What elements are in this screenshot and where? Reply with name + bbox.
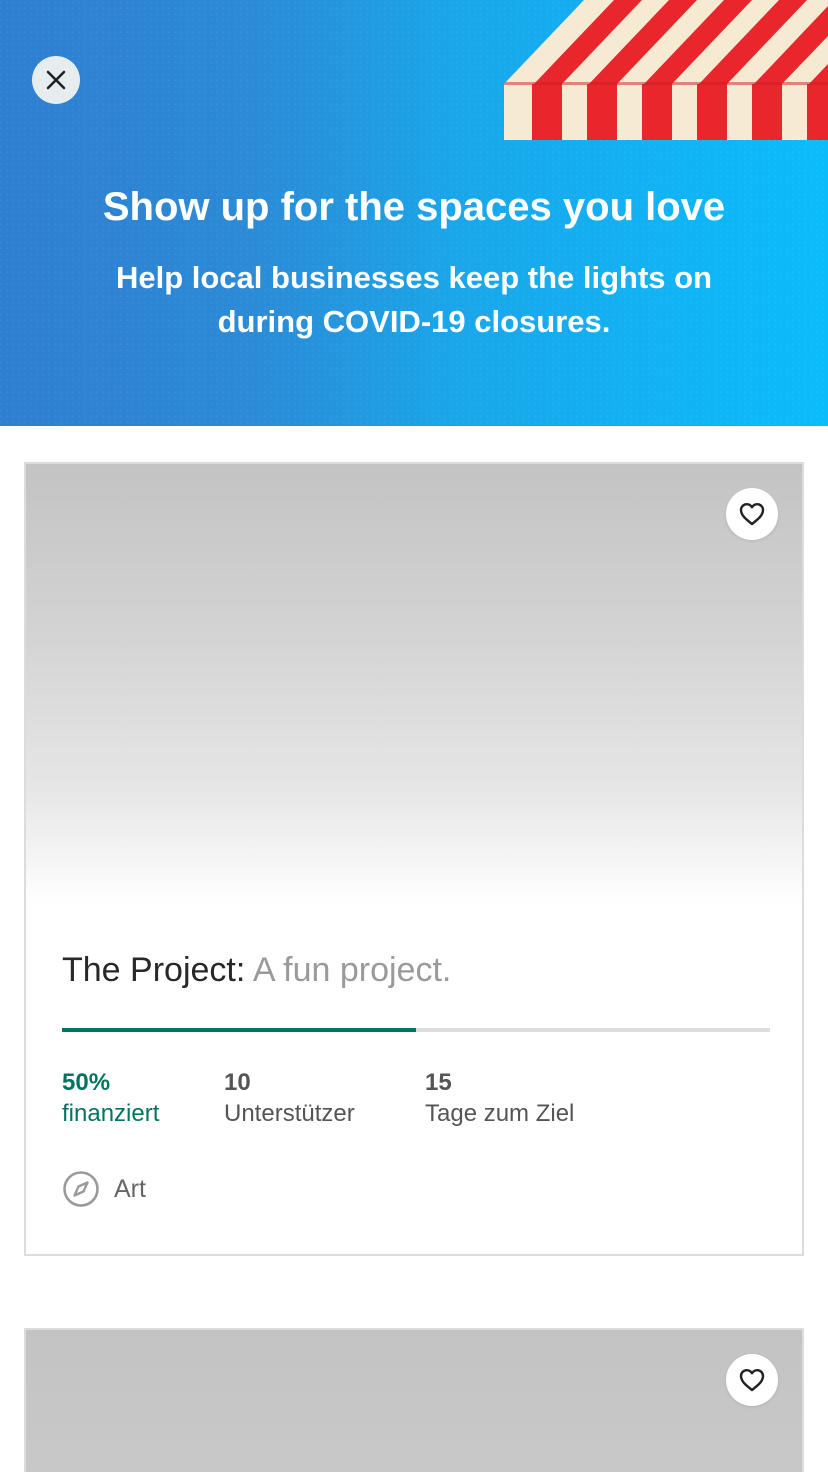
stat-days: 15 Tage zum Ziel xyxy=(425,1068,574,1130)
awning-illustration xyxy=(504,0,828,140)
project-card[interactable]: The Project: A fun project. 50% finanzie… xyxy=(24,462,804,1256)
discovery-screen: Show up for the spaces you love Help loc… xyxy=(0,0,828,1472)
stat-backers: 10 Unterstützer xyxy=(224,1068,355,1130)
project-name: The Project: xyxy=(62,951,246,989)
heart-icon xyxy=(739,503,765,526)
project-card[interactable] xyxy=(24,1328,804,1472)
funded-value: 50% xyxy=(62,1069,111,1096)
project-stats: 50% finanziert 10 Unterstützer 15 Tage z… xyxy=(62,1068,770,1138)
funding-progress-bar xyxy=(62,1028,770,1032)
close-button[interactable] xyxy=(32,56,80,104)
project-image xyxy=(26,464,802,904)
days-value: 15 xyxy=(425,1069,452,1096)
hero-banner: Show up for the spaces you love Help loc… xyxy=(0,0,828,426)
days-label: Tage zum Ziel xyxy=(425,1100,575,1127)
project-blurb: A fun project. xyxy=(245,951,452,989)
funding-progress-fill xyxy=(62,1028,416,1032)
hero-title: Show up for the spaces you love xyxy=(102,185,726,229)
funded-label: finanziert xyxy=(62,1100,160,1127)
project-title[interactable]: The Project: A fun project. xyxy=(62,948,770,992)
category-tag[interactable]: Art xyxy=(62,1170,146,1208)
heart-icon xyxy=(739,1369,765,1392)
project-image xyxy=(26,1330,802,1472)
hero-subtitle: Help local businesses keep the lights on… xyxy=(115,260,713,339)
category-label: Art xyxy=(114,1174,146,1203)
backers-value: 10 xyxy=(224,1069,251,1096)
stat-funded: 50% finanziert xyxy=(62,1068,159,1130)
favorite-button[interactable] xyxy=(726,1354,778,1406)
backers-label: Unterstützer xyxy=(224,1100,355,1127)
compass-icon xyxy=(63,1171,99,1207)
close-icon xyxy=(46,70,66,90)
favorite-button[interactable] xyxy=(726,488,778,540)
